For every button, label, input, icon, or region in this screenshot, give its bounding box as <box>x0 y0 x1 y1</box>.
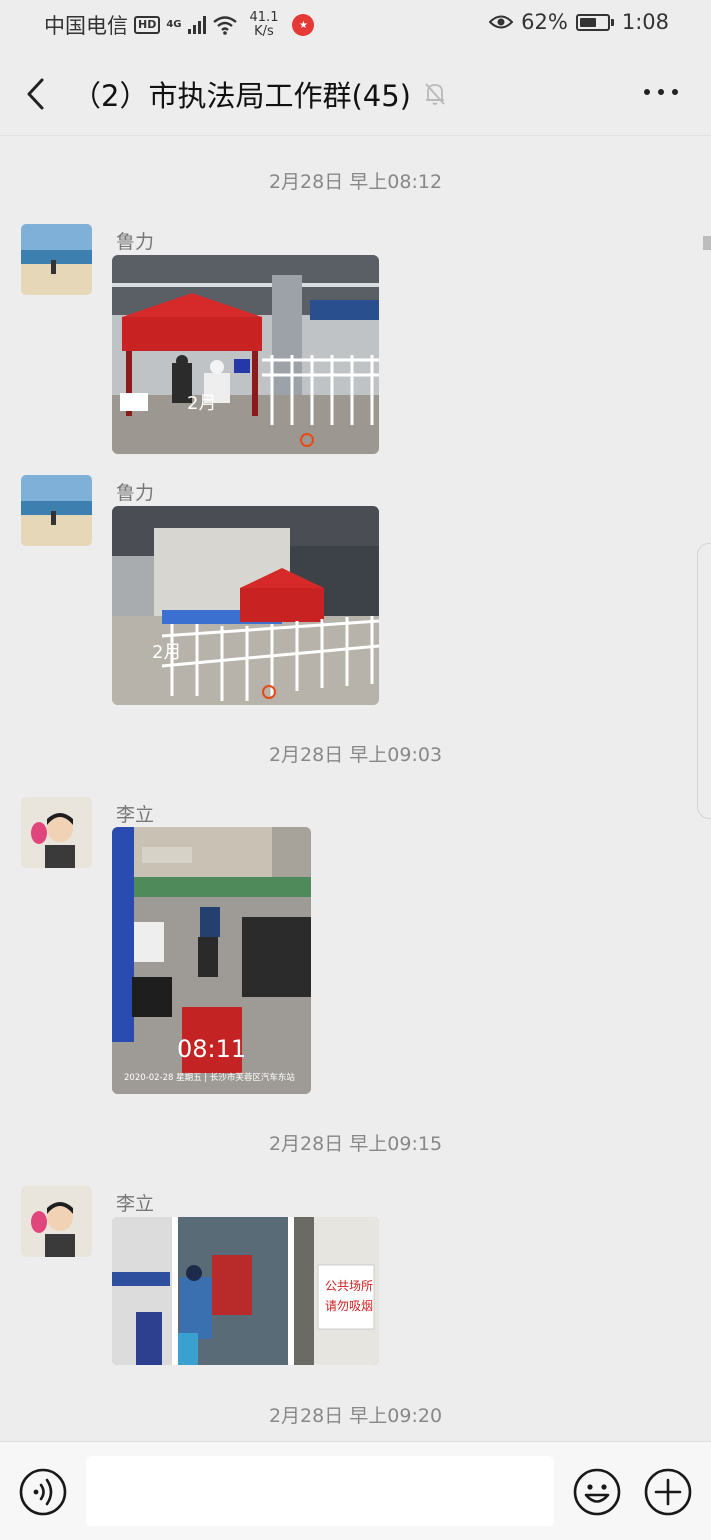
net-speed-value: 41.1 <box>249 10 279 25</box>
photo-time: 08:11 <box>177 1035 246 1063</box>
eye-icon <box>489 15 514 29</box>
input-bar <box>0 1441 711 1540</box>
avatar[interactable] <box>21 475 92 546</box>
sign-text-line1: 公共场所 <box>325 1279 373 1293</box>
emoji-icon[interactable] <box>573 1468 621 1516</box>
timestamp: 2月28日 早上09:20 <box>268 1405 443 1427</box>
image-message[interactable]: 08:11 2020-02-28 星期五 | 长沙市芙蓉区汽车东站 <box>112 827 311 1094</box>
chat-screen: 中国电信 HD 4G 41.1 K/s ★ 62% 1:08 （2）市执法局工作… <box>0 0 711 1540</box>
wifi-icon <box>212 16 237 35</box>
avatar[interactable] <box>21 1186 92 1257</box>
carrier-label: 中国电信 <box>44 14 128 38</box>
title-wrap: （2）市执法局工作群(45) <box>72 73 447 115</box>
timestamp: 2月28日 早上09:15 <box>268 1133 443 1155</box>
voice-icon[interactable] <box>19 1468 67 1516</box>
sender-name: 李立 <box>116 804 155 826</box>
timestamp: 2月28日 早上08:12 <box>268 171 443 193</box>
hd-badge: HD <box>134 16 161 34</box>
signal-icon <box>187 16 206 34</box>
photo-caption: 2月 <box>152 642 181 663</box>
battery-icon <box>575 13 614 31</box>
net-speed: 41.1 K/s <box>250 11 279 39</box>
photo-caption: 2月 <box>187 393 216 414</box>
avatar[interactable] <box>21 797 92 868</box>
message-input[interactable] <box>86 1456 554 1526</box>
status-left: 中国电信 HD 4G 41.1 K/s ★ <box>44 10 315 40</box>
plus-circle-icon[interactable] <box>644 1468 692 1516</box>
sender-name: 李立 <box>116 1193 155 1215</box>
timestamp: 2月28日 早上09:03 <box>268 744 443 766</box>
status-right: 62% 1:08 <box>489 10 669 34</box>
back-icon[interactable] <box>20 74 54 114</box>
chat-header: （2）市执法局工作群(45) <box>0 50 711 136</box>
bell-off-icon <box>425 83 445 105</box>
more-dots-icon[interactable] <box>641 80 681 104</box>
sender-name: 鲁力 <box>116 482 155 504</box>
sender-name: 鲁力 <box>116 231 155 253</box>
image-message[interactable]: 2月 <box>112 506 379 705</box>
notification-badge-icon: ★ <box>292 14 315 36</box>
avatar[interactable] <box>21 224 92 295</box>
image-message[interactable]: 2月 <box>112 255 379 454</box>
image-message[interactable]: 公共场所 请勿吸烟 <box>112 1217 379 1365</box>
clock: 1:08 <box>621 10 669 34</box>
chat-title[interactable]: （2）市执法局工作群(45) <box>72 73 411 115</box>
status-bar: 中国电信 HD 4G 41.1 K/s ★ 62% 1:08 <box>0 0 711 50</box>
sign-text-line2: 请勿吸烟 <box>325 1299 373 1313</box>
network-type: 4G <box>166 19 182 30</box>
photo-caption: 2020-02-28 星期五 | 长沙市芙蓉区汽车东站 <box>124 1072 295 1083</box>
battery-percent: 62% <box>521 10 568 34</box>
side-edge-handle[interactable] <box>697 543 711 819</box>
scroll-indicator <box>703 236 711 250</box>
net-speed-unit: K/s <box>254 24 274 39</box>
